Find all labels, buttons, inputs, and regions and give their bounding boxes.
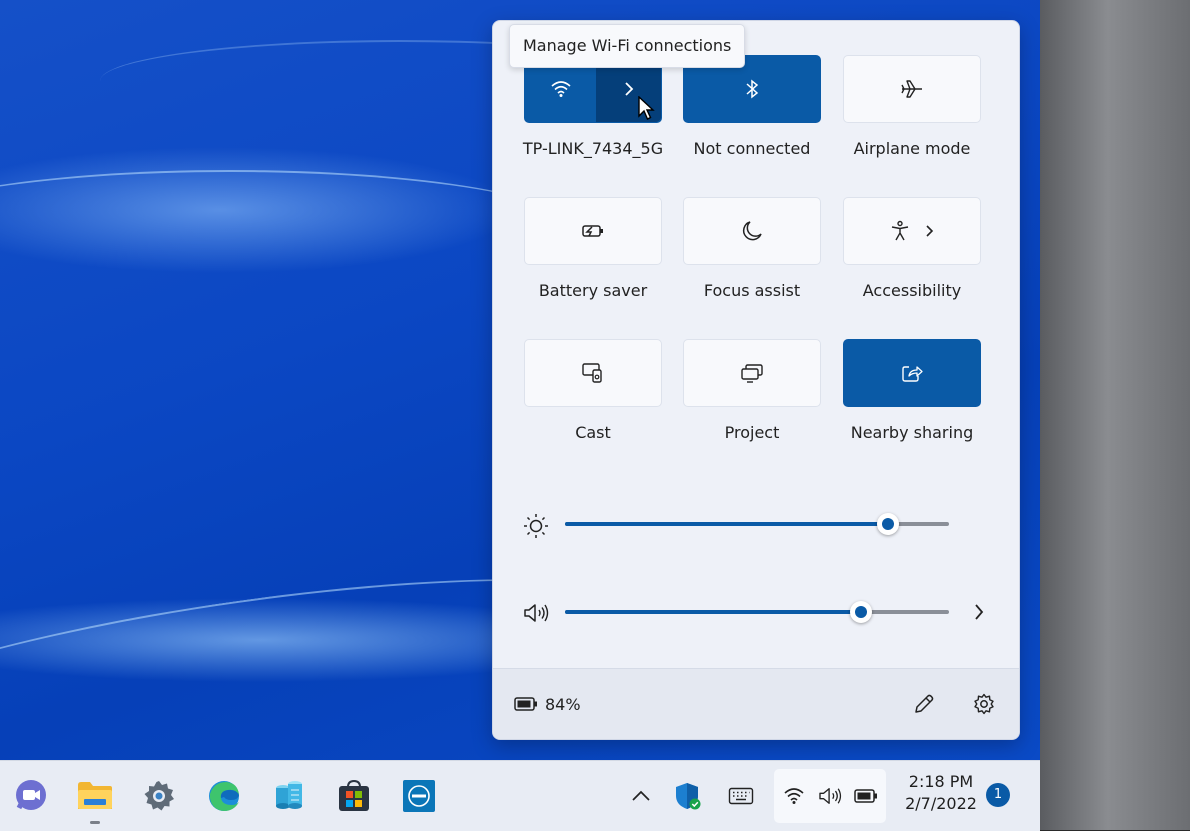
- bluetooth-icon: [746, 79, 759, 99]
- edit-quick-settings-button[interactable]: [909, 689, 939, 719]
- accessibility-tile-label: Accessibility: [862, 281, 962, 300]
- brightness-icon-wrap: [521, 511, 551, 541]
- quick-settings-button[interactable]: [774, 769, 886, 823]
- volume-slider-fill: [565, 610, 861, 614]
- edge-browser-button[interactable]: [203, 775, 245, 817]
- volume-mute-button[interactable]: [521, 598, 551, 628]
- notification-count-badge[interactable]: 1: [986, 783, 1010, 807]
- volume-slider-thumb[interactable]: [849, 601, 872, 623]
- brightness-slider[interactable]: [565, 513, 949, 535]
- dell-icon: [403, 780, 435, 812]
- chat-app-button[interactable]: [10, 775, 52, 817]
- chevron-right-icon: [926, 225, 934, 237]
- clock-time: 2:18 PM: [908, 772, 974, 791]
- brightness-slider-fill: [565, 522, 888, 526]
- wifi-icon: [550, 81, 571, 97]
- file-explorer-icon: [78, 782, 112, 809]
- project-tile-label: Project: [724, 423, 780, 442]
- accessibility-icon: [891, 220, 909, 241]
- nearby-sharing-tile-label: Nearby sharing: [850, 423, 974, 442]
- battery-saver-tile-label: Battery saver: [538, 281, 648, 300]
- battery-status-button[interactable]: 84%: [513, 689, 581, 719]
- edge-icon: [209, 781, 239, 811]
- battery-icon: [514, 697, 537, 711]
- microsoft-store-button[interactable]: [333, 775, 375, 817]
- sun-icon: [524, 514, 548, 538]
- keyboard-icon: [728, 787, 754, 805]
- battery-saver-tile[interactable]: [524, 197, 662, 265]
- wifi-tile-label: TP-LINK_7434_5G: [522, 139, 664, 158]
- focus-assist-tile[interactable]: [683, 197, 821, 265]
- background-panel: [1040, 0, 1190, 830]
- cast-tile[interactable]: [524, 339, 662, 407]
- cast-tile-label: Cast: [575, 423, 611, 442]
- azure-data-studio-button[interactable]: [268, 775, 310, 817]
- battery-icon: [854, 789, 877, 803]
- speaker-icon: [819, 788, 842, 804]
- bluetooth-tile-label: Not connected: [693, 139, 811, 158]
- audio-output-button[interactable]: [967, 599, 991, 625]
- pencil-icon: [915, 694, 934, 713]
- show-hidden-icons-button[interactable]: [620, 775, 662, 817]
- cast-icon: [582, 363, 602, 383]
- airplane-mode-tile[interactable]: [843, 55, 981, 123]
- windows-security-button[interactable]: [667, 775, 709, 817]
- microsoft-store-icon: [339, 779, 369, 811]
- wifi-icon: [784, 788, 804, 804]
- gear-icon: [974, 693, 994, 715]
- moon-icon: [742, 221, 762, 241]
- volume-slider[interactable]: [565, 601, 949, 623]
- airplane-mode-tile-label: Airplane mode: [853, 139, 971, 158]
- battery-percent: 84%: [545, 694, 581, 714]
- speaker-icon: [524, 604, 549, 622]
- manage-wifi-tooltip: Manage Wi-Fi connections: [509, 24, 746, 68]
- chevron-up-icon: [632, 790, 650, 801]
- share-icon: [902, 366, 923, 382]
- focus-assist-tile-label: Focus assist: [703, 281, 801, 300]
- file-explorer-button[interactable]: [74, 775, 116, 824]
- mouse-cursor-icon: [638, 96, 655, 120]
- accessibility-tile[interactable]: [843, 197, 981, 265]
- quick-settings-footer: 84%: [493, 668, 1019, 739]
- brightness-slider-thumb[interactable]: [876, 513, 899, 535]
- taskbar: 2:18 PM 2/7/2022 1: [0, 760, 1040, 831]
- chevron-right-icon: [624, 82, 633, 96]
- nearby-sharing-tile[interactable]: [843, 339, 981, 407]
- clock-date: 2/7/2022: [905, 794, 977, 813]
- chevron-right-icon: [975, 604, 984, 620]
- battery-saver-icon: [582, 225, 603, 237]
- azure-data-studio-icon: [276, 781, 302, 809]
- settings-icon: [144, 781, 174, 811]
- taskbar-clock[interactable]: 2:18 PM 2/7/2022: [896, 771, 986, 815]
- settings-app-button[interactable]: [138, 775, 180, 817]
- dell-app-button[interactable]: [398, 775, 440, 817]
- project-icon: [741, 364, 763, 383]
- project-tile[interactable]: [683, 339, 821, 407]
- defender-icon: [676, 783, 701, 810]
- open-settings-button[interactable]: [969, 689, 999, 719]
- teams-chat-icon: [16, 780, 46, 810]
- touch-keyboard-button[interactable]: [720, 775, 762, 817]
- airplane-icon: [901, 80, 922, 98]
- active-app-indicator: [90, 821, 100, 824]
- quick-settings-flyout: TP-LINK_7434_5G Not connected Airplane m…: [492, 20, 1020, 740]
